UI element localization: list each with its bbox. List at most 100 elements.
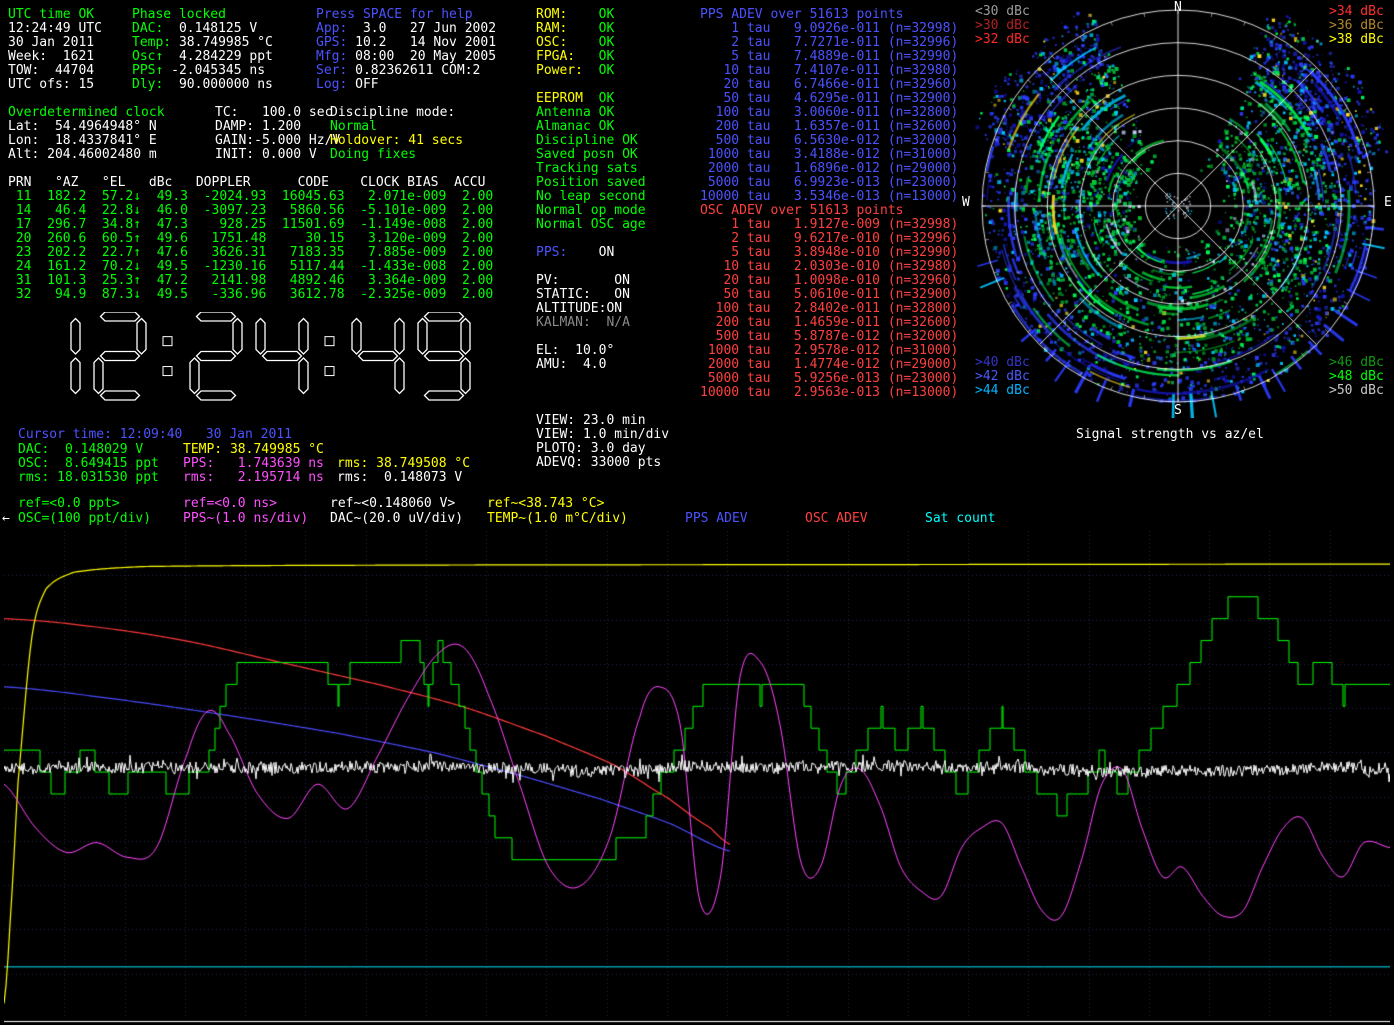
gpsver-label: GPS: [316,35,355,50]
pps-row: PPS↑ -2.045345 ns [132,64,265,78]
cardinal-east: E [1384,196,1392,210]
pps-value: -2.045345 ns [171,63,265,78]
polar-legend-item: >32 dBc [975,33,1030,47]
fpga-status: OK [583,49,614,64]
dac-value: 0.148125 V [171,21,257,36]
plot-area[interactable] [4,531,1390,1023]
osc-scale-label: OSC=(100 ppt/div) [18,512,151,526]
gps-tow: TOW: 44704 [8,64,94,78]
mfg-row: Mfg: 08:00 20 May 2005 [316,50,496,64]
polar-legend-item: >44 dBc [975,384,1030,398]
polar-legend-item: >48 dBc [1329,370,1384,384]
cardinal-north: N [1174,1,1182,15]
polar-caption: Signal strength vs az/el [1076,428,1264,442]
dac-row: DAC: 0.148125 V [132,22,257,36]
osc-ref-label: ref=<0.0 ppt> [18,497,120,511]
ser-value: 0.82362611 COM:2 [355,63,480,78]
polar-legend-item: >36 dBc [1329,19,1384,33]
polar-legend-item: >34 dBc [1329,5,1384,19]
dac-label: DAC: [132,21,171,36]
temp-value: 38.749985 °C [171,35,273,50]
cardinal-west: W [962,196,970,210]
utc-date: 30 Jan 2011 [8,36,94,50]
pps-mode-row: PPS: ON [536,246,614,260]
fix-mode-list: PV: ON STATIC: ON ALTITUDE:ON [536,274,630,316]
pps-mode-value: ON [575,245,614,260]
cursor-temp-rms: rms: 38.749508 °C [337,457,470,471]
cursor-pps: PPS: 1.743639 ns [183,457,324,471]
sat-table-header: PRN °AZ °EL dBc DOPPLER CODE CLOCK BIAS … [8,176,485,190]
eeprom-status: OK [591,91,614,106]
pps-mode-label: PPS: [536,245,575,260]
fpga-row: FPGA: OK [536,50,614,64]
view-settings-list: VIEW: 23.0 min VIEW: 1.0 min/div PLOTQ: … [536,414,669,470]
rom-label: ROM: [536,7,583,22]
latitude: Lat: 54.4964948° N [8,120,157,134]
polar-legend-item: >38 dBc [1329,33,1384,47]
elevation-mask: EL: 10.0° [536,344,614,358]
pps-adev-title: PPS ADEV over 51613 points [700,8,904,22]
log-row: Log: OFF [316,78,379,92]
eeprom-label: EEPROM [536,91,591,106]
cursor-osc: OSC: 8.649415 ppt [18,457,159,471]
discipline-mode-title: Discipline mode: [330,106,455,120]
polar-legend-tl: <30 dBc>30 dBc>32 dBc [975,5,1030,47]
osc-adev-title: OSC ADEV over 51613 points [700,204,904,218]
polar-legend-tr: >34 dBc>36 dBc>38 dBc [1329,5,1384,47]
holdover-status: Holdover: 41 secs [330,134,463,148]
cursor-time: Cursor time: 12:09:40 30 Jan 2011 [18,428,292,442]
loop-params-list: TC: 100.0 sec DAMP: 1.200 GAIN:-5.000 Hz… [215,106,340,162]
polar-legend-item: >50 dBc [1329,384,1384,398]
polar-legend-item: >40 dBc [975,356,1030,370]
ram-row: RAM: OK [536,22,614,36]
polar-legend-item: <30 dBc [975,5,1030,19]
cursor-dac: DAC: 0.148029 V [18,443,143,457]
pps-adev-table: 1 tau 9.0926e-011 (n=32998) 2 tau 7.7271… [700,22,958,204]
polar-legend-br: >46 dBc>48 dBc>50 dBc [1329,356,1384,398]
altitude: Alt: 204.46002480 m [8,148,157,162]
utc-time: 12:24:49 UTC [8,22,102,36]
receiver-status-list: Antenna OK Almanac OK Discipline OK Save… [536,106,646,232]
log-label: Log: [316,77,355,92]
cursor-dac-rms: rms: 0.148073 V [337,471,462,485]
gps-week: Week: 1621 [8,50,94,64]
fixes-status: Doing fixes [330,148,416,162]
position-status: Overdetermined clock [8,106,165,120]
dac-ref-label: ref~<0.148060 V> [330,497,455,511]
scroll-left-icon[interactable]: ← [2,512,10,526]
rom-row: ROM: OK [536,8,614,22]
sat-count-plot-label: Sat count [925,512,995,526]
gpsver-row: GPS: 10.2 14 Nov 2001 [316,36,496,50]
temp-row: Temp: 38.749985 °C [132,36,273,50]
pps-adev-plot-label: PPS ADEV [685,512,748,526]
power-row: Power: OK [536,64,614,78]
app-label: App: [316,21,355,36]
ser-label: Ser: [316,63,355,78]
eeprom-row: EEPROM OK [536,92,614,106]
polar-legend-item: >46 dBc [1329,356,1384,370]
dly-value: 90.000000 ns [171,77,273,92]
phase-status: Phase locked [132,8,226,22]
dly-label: Dly: [132,77,171,92]
kalman-status: KALMAN: N/A [536,316,630,330]
osc-row: Osc↑ 4.284229 ppt [132,50,273,64]
log-value: OFF [355,77,378,92]
cardinal-south: S [1174,404,1182,418]
cursor-pps-rms: rms: 2.195714 ns [183,471,324,485]
app-row: App: 3.0 27 Jun 2002 [316,22,496,36]
fpga-label: FPGA: [536,49,583,64]
amu-mask: AMU: 4.0 [536,358,606,372]
ram-status: OK [583,21,614,36]
pps-scale-label: PPS~(1.0 ns/div) [183,512,308,526]
osc-adev-table: 1 tau 1.9127e-009 (n=32998) 2 tau 9.6217… [700,218,958,400]
digital-clock [28,312,484,406]
pps-ref-label: ref=<0.0 ns> [183,497,277,511]
temp-ref-label: ref~<38.743 °C> [487,497,604,511]
gpsver-value: 10.2 14 Nov 2001 [355,35,496,50]
utc-status: UTC time OK [8,8,94,22]
cursor-temp: TEMP: 38.749985 °C [183,443,324,457]
oschw-row: OSC: OK [536,36,614,50]
polar-legend-item: >42 dBc [975,370,1030,384]
longitude: Lon: 18.4337841° E [8,134,157,148]
ram-label: RAM: [536,21,583,36]
